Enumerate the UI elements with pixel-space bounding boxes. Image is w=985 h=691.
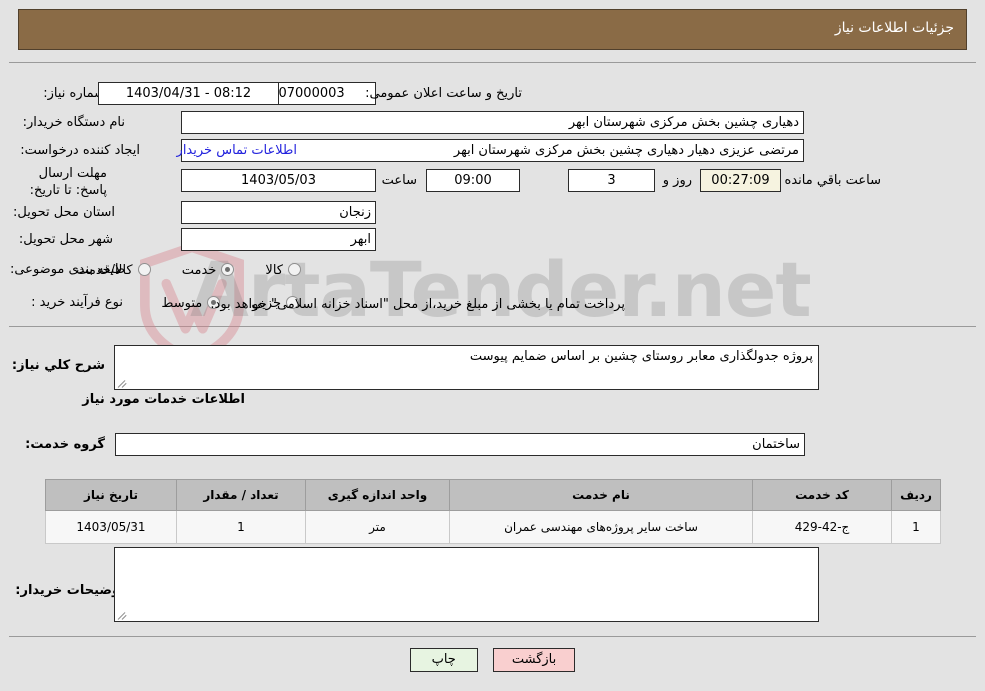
resize-grip-icon[interactable] [117, 608, 129, 620]
reply-deadline-time-field[interactable]: 09:00 [426, 169, 520, 192]
delivery-province-field[interactable]: زنجان [181, 201, 376, 224]
need-number-label: شماره نیاز: [43, 86, 105, 101]
public-announce-field[interactable]: 08:12 - 1403/04/31 [98, 82, 279, 105]
need-description-label: شرح کلي نیاز: [11, 358, 105, 373]
page-header: جزئیات اطلاعات نیاز [18, 9, 967, 50]
radio-subject-kala-khedmat[interactable]: کالا/خدمت [76, 263, 151, 278]
buyer-contact-link[interactable]: اطلاعات تماس خریدار [177, 143, 297, 158]
cell-need-date: 1403/05/31 [45, 510, 177, 544]
footer-buttons: بازگشت چاپ [0, 648, 985, 672]
services-table: ردیف کد خدمت نام خدمت واحد اندازه گیری ت… [45, 479, 941, 544]
subject-category-radios: کالا خدمت کالا/خدمت [76, 260, 301, 279]
footer-divider [9, 636, 976, 637]
radio-dot-icon [137, 263, 151, 276]
cell-quantity: 1 [176, 510, 306, 544]
col-need-date: تاریخ نیاز [45, 479, 177, 511]
resize-grip-icon[interactable] [117, 376, 129, 388]
radio-dot-icon [288, 263, 301, 276]
buyer-notes-label: توضیحات خریدار: [15, 583, 125, 598]
purchase-process-note: پرداخت تمام یا بخشی از مبلغ خرید،از محل … [210, 297, 625, 312]
table-header-row: ردیف کد خدمت نام خدمت واحد اندازه گیری ت… [45, 479, 941, 511]
service-group-field[interactable]: ساختمان [115, 433, 805, 456]
public-announce-label: تاریخ و ساعت اعلان عمومی: [365, 86, 522, 101]
page-root: جزئیات اطلاعات نیاز شماره نیاز: 11030971… [0, 0, 985, 691]
reply-deadline-countdown-field: 00:27:09 [700, 169, 781, 192]
radio-subject-khedmat[interactable]: خدمت [182, 263, 235, 278]
page-title: جزئیات اطلاعات نیاز [834, 20, 954, 36]
cell-unit: متر [305, 510, 450, 544]
col-service-name: نام خدمت [449, 479, 753, 511]
cell-row-no: 1 [891, 510, 941, 544]
radio-dot-selected-icon [221, 263, 235, 276]
col-unit: واحد اندازه گیری [305, 479, 450, 511]
radio-subject-kala[interactable]: کالا [265, 263, 301, 278]
reply-deadline-date-field[interactable]: 1403/05/03 [181, 169, 376, 192]
back-button[interactable]: بازگشت [492, 648, 576, 672]
buyer-org-label: نام دستگاه خریدار: [22, 115, 125, 130]
need-description-textarea[interactable]: پروژه جدولگذاری معابر روستای چشین بر اسا… [114, 345, 819, 390]
reply-deadline-time-label: ساعت [381, 173, 417, 188]
print-button[interactable]: چاپ [409, 648, 478, 672]
purchase-process-label: نوع فرآیند خرید : [31, 295, 123, 310]
delivery-province-label: استان محل تحویل: [13, 205, 115, 220]
col-quantity: تعداد / مقدار [176, 479, 306, 511]
table-row[interactable]: 1 ج-42-429 ساخت سایر پروژه‌های مهندسی عم… [45, 510, 941, 544]
col-row-no: ردیف [891, 479, 941, 511]
buyer-notes-textarea[interactable] [114, 547, 819, 622]
delivery-city-field[interactable]: ابهر [181, 228, 376, 251]
request-creator-label: ایجاد کننده درخواست: [20, 143, 140, 158]
reply-deadline-days-label: روز و [662, 173, 692, 188]
buyer-org-field[interactable]: دهیاری چشین بخش مرکزی شهرستان ابهر [181, 111, 804, 134]
reply-deadline-label: مهلت ارسال پاسخ: تا تاریخ: [29, 166, 107, 198]
reply-deadline-days-field[interactable]: 3 [568, 169, 655, 192]
services-section-heading: اطلاعات خدمات مورد نیاز [82, 392, 245, 407]
reply-deadline-countdown-label: ساعت باقي مانده [784, 173, 881, 188]
delivery-city-label: شهر محل تحویل: [18, 232, 113, 247]
need-description-value: پروژه جدولگذاری معابر روستای چشین بر اسا… [469, 349, 813, 364]
cell-service-name: ساخت سایر پروژه‌های مهندسی عمران [449, 510, 753, 544]
cell-service-code: ج-42-429 [752, 510, 892, 544]
col-service-code: کد خدمت [752, 479, 892, 511]
service-group-label: گروه خدمت: [25, 437, 105, 452]
